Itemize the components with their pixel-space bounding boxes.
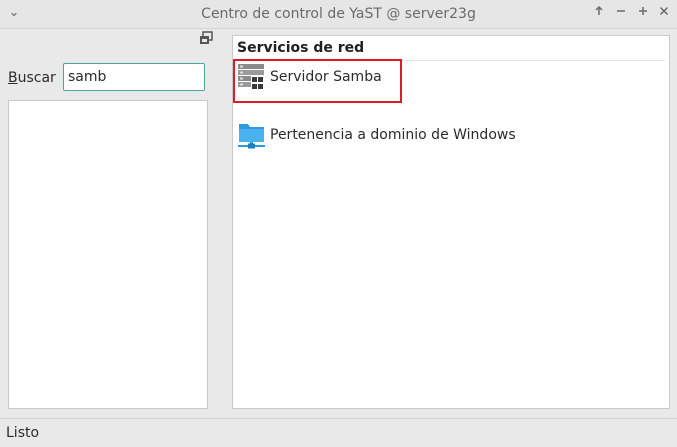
network-folder-icon: [237, 120, 267, 150]
module-windows-domain[interactable]: Pertenencia a dominio de Windows: [237, 120, 537, 154]
minimize-icon[interactable]: [613, 5, 629, 21]
status-bar: Listo: [0, 418, 677, 447]
module-label: Pertenencia a dominio de Windows: [270, 127, 516, 143]
status-text: Listo: [6, 425, 40, 441]
module-panel: Servicios de red Servidor Samba Pertenen…: [232, 35, 670, 409]
search-label: Buscar: [8, 70, 56, 86]
maximize-icon[interactable]: [635, 5, 651, 21]
window-title: Centro de control de YaST @ server23g: [201, 6, 476, 22]
window-titlebar: ⌄ Centro de control de YaST @ server23g: [0, 0, 677, 29]
module-label: Servidor Samba: [270, 69, 382, 85]
section-title: Servicios de red: [237, 40, 365, 56]
module-samba-server[interactable]: Servidor Samba: [233, 59, 537, 103]
category-list[interactable]: [8, 100, 208, 409]
search-input[interactable]: [63, 63, 205, 91]
restore-window-icon[interactable]: [199, 31, 213, 45]
keep-above-icon[interactable]: [591, 5, 607, 21]
section-divider: [381, 60, 665, 61]
close-icon[interactable]: [656, 5, 672, 21]
server-icon: [237, 62, 267, 92]
